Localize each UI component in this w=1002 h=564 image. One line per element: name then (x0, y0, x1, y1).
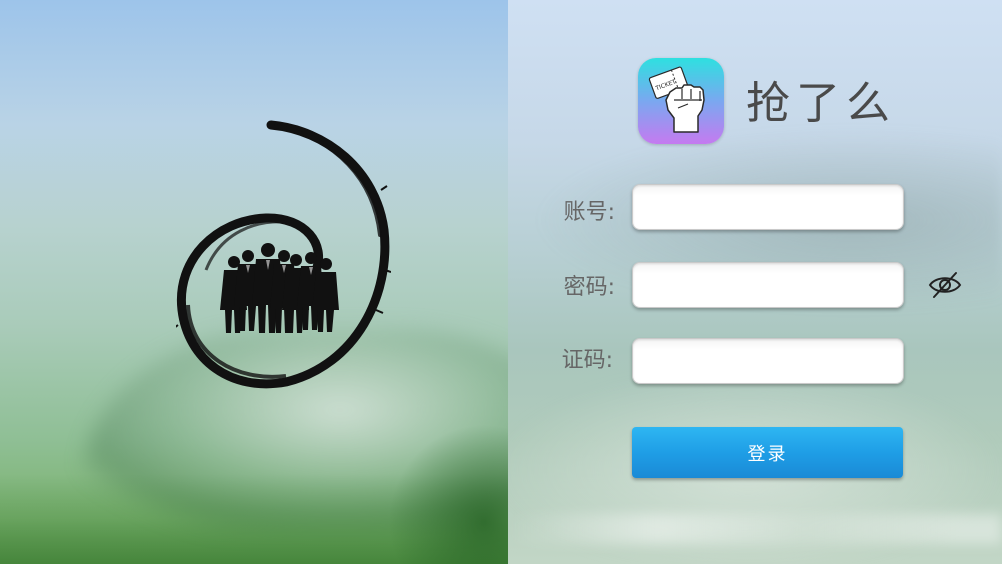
app-icon: TICKET (638, 58, 724, 144)
code-input[interactable] (632, 338, 904, 384)
background-shade-right (388, 424, 508, 564)
login-screen: TICKET 抢了么 账号: 密码: 证码: 登录 (0, 0, 1002, 564)
password-visibility-toggle[interactable] (926, 268, 964, 302)
left-background-panel (0, 0, 508, 564)
account-label: 账号: (563, 200, 615, 225)
raised-fist-ticket-icon: TICKET (648, 66, 705, 133)
password-label: 密码: (563, 275, 615, 300)
code-label: 证码: (561, 348, 613, 373)
app-title: 抢了么 (746, 78, 896, 129)
password-input[interactable] (632, 262, 904, 308)
spiral-crowd-logo (176, 120, 391, 389)
login-button[interactable]: 登录 (632, 427, 903, 478)
background-blur (508, 514, 1002, 544)
eye-off-icon (928, 272, 962, 298)
account-input[interactable] (632, 184, 904, 230)
